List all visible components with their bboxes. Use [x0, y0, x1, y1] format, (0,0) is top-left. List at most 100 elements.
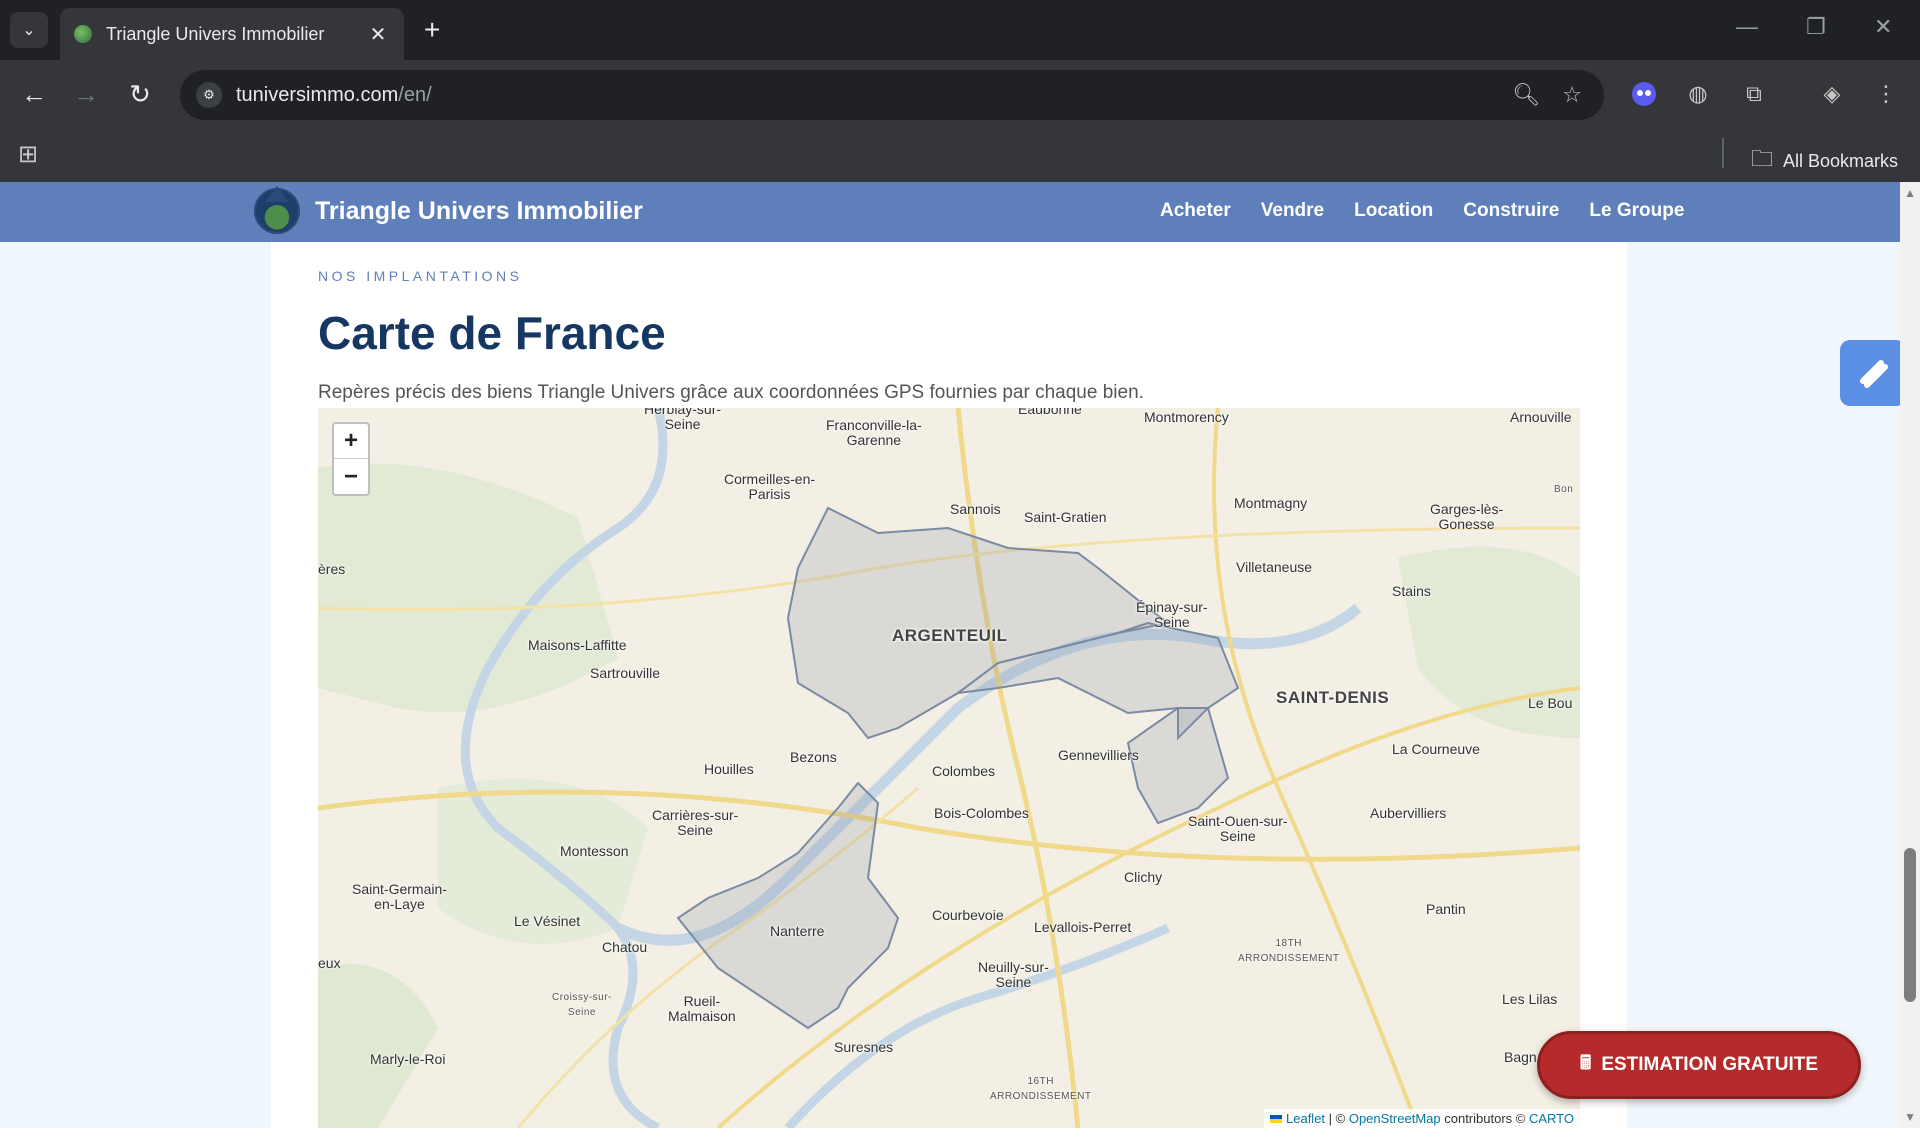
minimize-icon[interactable]: —	[1736, 14, 1758, 40]
place-label: Villetaneuse	[1236, 559, 1313, 575]
browser-tab[interactable]: Triangle Univers Immobilier ✕	[60, 8, 404, 60]
place-label: Saint-Gratien	[1024, 509, 1107, 525]
place-label: Courbevoie	[932, 907, 1004, 923]
site-header: Triangle Univers Immobilier Acheter Vend…	[0, 182, 1900, 242]
forward-icon[interactable]: →	[70, 78, 102, 110]
section-eyebrow: NOS IMPLANTATIONS	[318, 268, 523, 284]
floating-widget-button[interactable]	[1840, 340, 1906, 406]
close-tab-icon[interactable]: ✕	[366, 22, 390, 47]
tab-search-button[interactable]: ⌄	[10, 12, 48, 48]
all-bookmarks-button[interactable]: 🗀 All Bookmarks	[1751, 142, 1898, 180]
zoom-icon[interactable]: 🔍︎	[1512, 82, 1540, 108]
estimation-gratuite-button[interactable]: 🖩 ESTIMATION GRATUITE	[1537, 1031, 1861, 1099]
place-label: 16TH ARRONDISSEMENT	[990, 1076, 1092, 1102]
place-label: ARGENTEUIL	[892, 626, 1008, 645]
place-label: Épinay-sur- Seine	[1136, 599, 1208, 630]
menu-item-construire[interactable]: Construire	[1463, 200, 1559, 222]
place-label: Montmagny	[1234, 495, 1308, 511]
leaflet-map[interactable]: Herblay-sur- Seine Franconville-la- Garenn…	[318, 408, 1580, 1128]
menu-item-location[interactable]: Location	[1354, 200, 1433, 222]
site-favicon-icon	[74, 25, 92, 43]
place-label: Bezons	[790, 749, 837, 765]
place-label: Bagn	[1504, 1049, 1537, 1065]
menu-item-acheter[interactable]: Acheter	[1160, 200, 1231, 222]
menu-item-le-groupe[interactable]: Le Groupe	[1589, 200, 1684, 222]
place-label: Maisons-Laffitte	[528, 637, 627, 653]
page-viewport: Triangle Univers Immobilier Acheter Vend…	[0, 182, 1900, 1128]
place-label: Suresnes	[834, 1039, 894, 1055]
place-label: Saint-Germain-en-Laye	[352, 881, 447, 912]
calculator-icon: 🖩	[1579, 1053, 1592, 1074]
extension-ghost-icon[interactable]	[1630, 80, 1658, 108]
extensions-puzzle-icon[interactable]: ⧉	[1740, 80, 1768, 108]
scrollbar-thumb[interactable]	[1904, 848, 1916, 1002]
scroll-down-icon[interactable]: ▼	[1904, 1110, 1916, 1124]
chevron-down-icon: ⌄	[22, 22, 36, 39]
place-label: Sannois	[950, 501, 1001, 517]
bookmark-star-icon[interactable]: ☆	[1562, 82, 1582, 108]
main-menu: Acheter Vendre Location Construire Le Gr…	[1160, 200, 1684, 222]
place-label: Gennevilliers	[1058, 747, 1139, 763]
reload-icon[interactable]: ↻	[124, 78, 156, 110]
bookmarks-divider	[1722, 138, 1724, 168]
place-label: Clichy	[1124, 869, 1163, 885]
browser-tab-strip: ⌄ Triangle Univers Immobilier ✕ + — ❐ ✕	[0, 0, 1920, 60]
place-label: Cormeilles-en- Parisis	[724, 471, 816, 502]
map-zoom-control: + −	[332, 422, 370, 496]
place-label: Marly-le-Roi	[370, 1051, 446, 1067]
place-label: Nanterre	[770, 923, 825, 939]
place-label: Herblay-sur- Seine	[644, 408, 722, 432]
url-text[interactable]: tuniversimmo.com/en/	[236, 84, 1512, 107]
place-label: Montmorency	[1144, 409, 1229, 425]
place-label: Eaubonne	[1018, 408, 1082, 417]
browser-menu-icon[interactable]: ⋮	[1872, 80, 1900, 108]
scroll-up-icon[interactable]: ▲	[1904, 186, 1916, 200]
place-label: Colombes	[932, 763, 996, 779]
place-label: Neuilly-sur- Seine	[978, 959, 1049, 990]
ukraine-flag-icon	[1270, 1115, 1283, 1123]
osm-link[interactable]: OpenStreetMap	[1349, 1111, 1441, 1126]
leaflet-link[interactable]: Leaflet	[1286, 1111, 1325, 1126]
place-label: ères	[318, 561, 346, 577]
place-label: Carrières-sur- Seine	[652, 807, 739, 838]
place-label: Sartrouville	[590, 665, 661, 681]
back-icon[interactable]: ←	[18, 78, 50, 110]
place-label: 18TH ARRONDISSEMENT	[1238, 938, 1340, 964]
section-lead: Repères précis des biens Triangle Univer…	[318, 382, 1144, 403]
carto-link[interactable]: CARTO	[1529, 1111, 1574, 1126]
place-label: Stains	[1392, 583, 1431, 599]
extension-globe-icon[interactable]: ◍	[1684, 80, 1712, 108]
place-label: La Courneuve	[1392, 741, 1480, 757]
apps-grid-icon[interactable]: ⊞	[18, 140, 38, 169]
place-label: Arnouville	[1510, 409, 1572, 425]
zoom-out-button[interactable]: −	[334, 459, 368, 494]
restore-icon[interactable]: ❐	[1806, 14, 1826, 40]
tab-title: Triangle Univers Immobilier	[106, 23, 325, 44]
place-label: Levallois-Perret	[1034, 919, 1132, 935]
close-window-icon[interactable]: ✕	[1874, 14, 1892, 40]
place-label: Bon	[1554, 484, 1574, 495]
place-label: Le Vésinet	[514, 913, 581, 929]
place-label: SAINT-DENIS	[1276, 688, 1390, 707]
address-bar[interactable]: ⚙ tuniversimmo.com/en/ 🔍︎ ☆	[180, 70, 1604, 120]
place-label: Rueil- Malmaison	[668, 993, 736, 1024]
place-label: Bois-Colombes	[934, 805, 1029, 821]
place-label: Houilles	[704, 761, 754, 777]
folder-icon: 🗀	[1750, 146, 1773, 171]
profile-avatar-icon[interactable]: ◈	[1818, 80, 1846, 108]
menu-item-vendre[interactable]: Vendre	[1261, 200, 1324, 222]
place-label: Les Lilas	[1502, 991, 1558, 1007]
place-label: Aubervilliers	[1370, 805, 1447, 821]
site-brand[interactable]: Triangle Univers Immobilier	[315, 197, 643, 226]
place-label: Le Bou	[1528, 695, 1573, 711]
lightning-icon	[1860, 360, 1888, 388]
place-label: Saint-Ouen-sur- Seine	[1188, 813, 1288, 844]
map-attribution: Leaflet | © OpenStreetMap contributors ©…	[1264, 1109, 1580, 1128]
bookmarks-bar: ⊞ 🗀 All Bookmarks	[0, 128, 1920, 182]
place-label: Chatou	[602, 939, 648, 955]
site-logo-icon[interactable]	[254, 186, 300, 234]
site-info-icon[interactable]: ⚙	[196, 82, 222, 108]
browser-toolbar: ← → ↻ ⚙ tuniversimmo.com/en/ 🔍︎ ☆ ◍ ⧉ ◈ …	[0, 60, 1920, 128]
zoom-in-button[interactable]: +	[334, 424, 368, 459]
new-tab-button[interactable]: +	[424, 14, 440, 46]
